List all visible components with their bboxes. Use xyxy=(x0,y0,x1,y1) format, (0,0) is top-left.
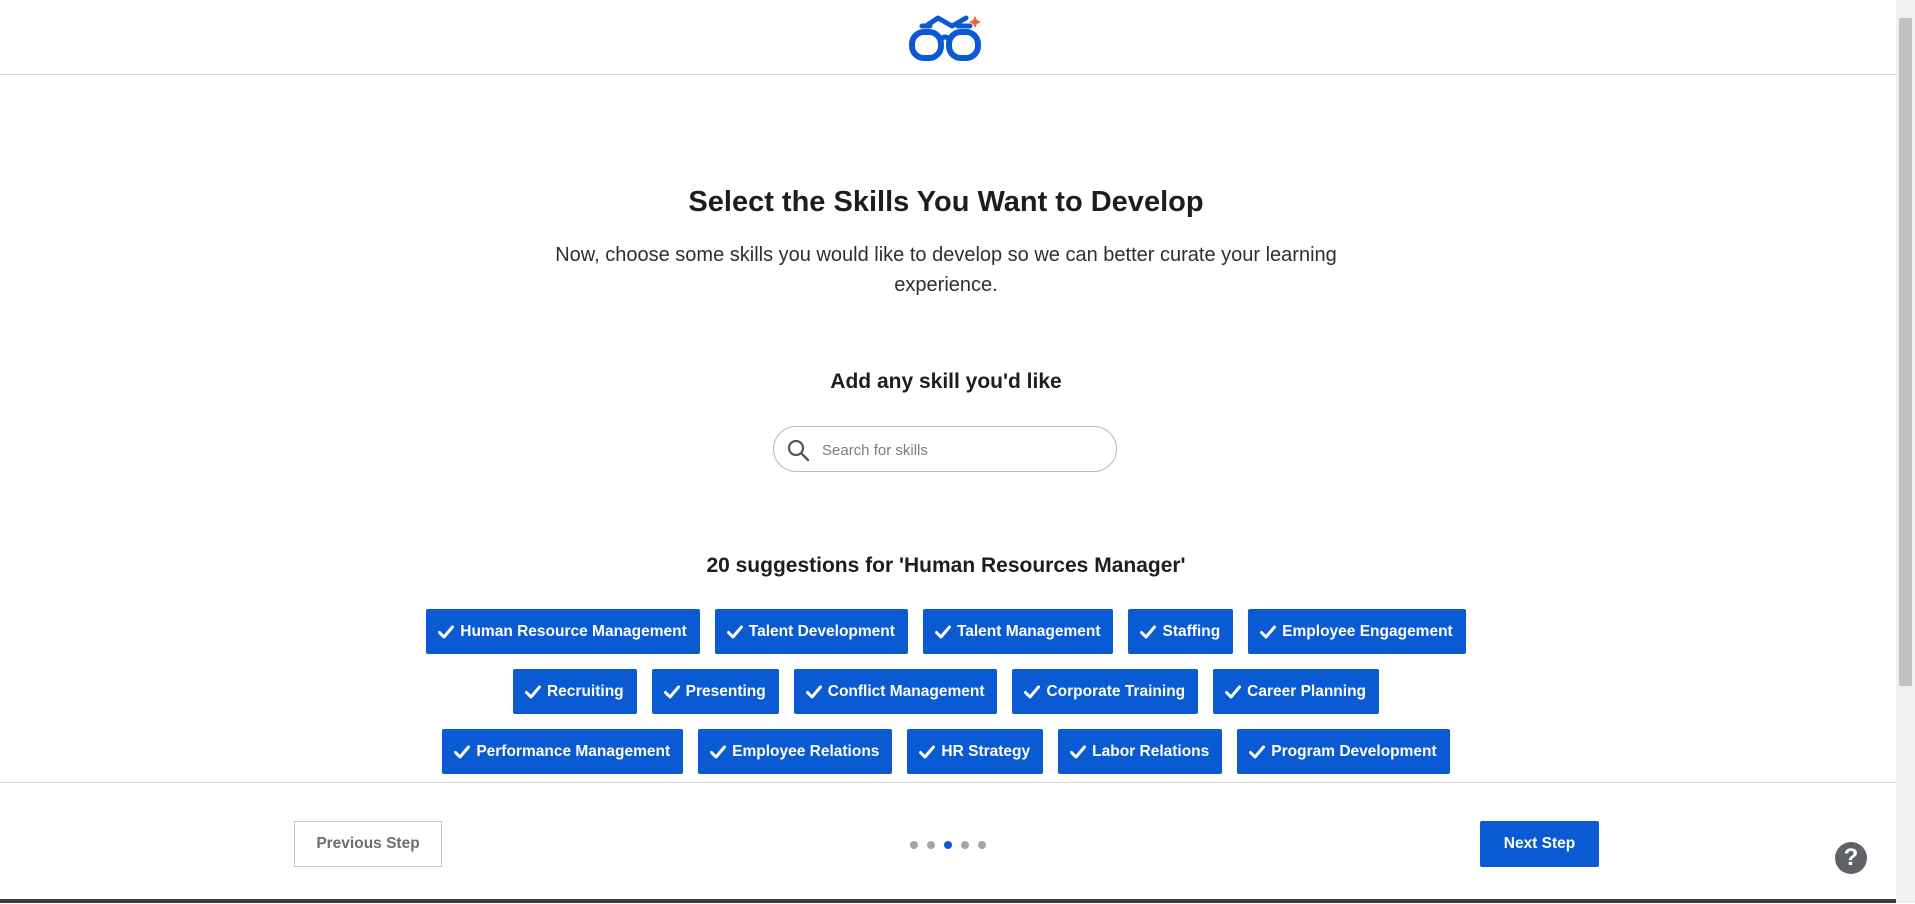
skill-chip-label: Staffing xyxy=(1162,622,1221,640)
skill-chip[interactable]: Performance Management xyxy=(442,729,684,774)
step-indicator xyxy=(910,841,986,849)
skill-chip-label: Program Development xyxy=(1271,742,1437,760)
checkmark-icon xyxy=(454,745,471,758)
skill-chip-label: Employee Relations xyxy=(732,742,880,760)
glasses-logo-icon[interactable] xyxy=(908,12,982,64)
page-scrollbar[interactable] xyxy=(1896,0,1915,903)
page-subtitle: Now, choose some skills you would like t… xyxy=(555,244,1337,296)
checkmark-icon xyxy=(1260,625,1277,638)
previous-step-button[interactable]: Previous Step xyxy=(294,821,442,867)
top-bar xyxy=(0,0,1896,75)
checkmark-icon xyxy=(1024,685,1041,698)
suggestion-row-2: Recruiting Presenting Conflict Managemen… xyxy=(0,669,1892,714)
skill-chip-label: Presenting xyxy=(685,682,766,700)
step-dot-current xyxy=(944,841,952,849)
skill-chip[interactable]: Presenting xyxy=(651,669,779,714)
next-step-button[interactable]: Next Step xyxy=(1480,821,1599,867)
skill-chip[interactable]: Talent Management xyxy=(922,609,1114,654)
skill-chip-label: Recruiting xyxy=(546,682,624,700)
step-dot xyxy=(961,841,969,849)
skill-chip[interactable]: Corporate Training xyxy=(1012,669,1199,714)
search-icon xyxy=(787,439,810,462)
window-bottom-edge xyxy=(0,899,1896,903)
skill-chip-label: Performance Management xyxy=(476,742,671,760)
skill-chip[interactable]: Talent Development xyxy=(714,609,908,654)
skill-chip[interactable]: HR Strategy xyxy=(907,729,1044,774)
skill-chip[interactable]: Conflict Management xyxy=(793,669,998,714)
skill-chip[interactable]: Employee Engagement xyxy=(1248,609,1466,654)
checkmark-icon xyxy=(919,745,936,758)
skill-chip[interactable]: Employee Relations xyxy=(698,729,893,774)
step-dot xyxy=(978,841,986,849)
checkmark-icon xyxy=(1140,625,1157,638)
checkmark-icon xyxy=(1070,745,1087,758)
skill-chip[interactable]: Program Development xyxy=(1237,729,1450,774)
checkmark-icon xyxy=(663,685,680,698)
skill-chip[interactable]: Human Resource Management xyxy=(426,609,700,654)
checkmark-icon xyxy=(1249,745,1266,758)
checkmark-icon xyxy=(934,625,951,638)
checkmark-icon xyxy=(805,685,822,698)
page-title: Select the Skills You Want to Develop xyxy=(688,186,1204,218)
checkmark-icon xyxy=(438,625,455,638)
skill-chip-label: Corporate Training xyxy=(1046,682,1186,700)
scrollbar-thumb[interactable] xyxy=(1899,18,1912,686)
skill-chip-label: Labor Relations xyxy=(1092,742,1210,760)
skill-chip-label: Talent Management xyxy=(956,622,1101,640)
skill-chip-label: Career Planning xyxy=(1247,682,1367,700)
step-dot xyxy=(927,841,935,849)
skill-chip-label: Employee Engagement xyxy=(1282,622,1453,640)
skill-chip[interactable]: Career Planning xyxy=(1213,669,1380,714)
checkmark-icon xyxy=(524,685,541,698)
suggestion-row-1: Human Resource Management Talent Develop… xyxy=(0,609,1892,654)
skill-chip[interactable]: Staffing xyxy=(1128,609,1234,654)
checkmark-icon xyxy=(1225,685,1242,698)
checkmark-icon xyxy=(726,625,743,638)
skill-chip[interactable]: Recruiting xyxy=(512,669,637,714)
skill-chip-label: HR Strategy xyxy=(941,742,1031,760)
skill-chip-label: Talent Development xyxy=(748,622,895,640)
help-icon[interactable]: ? xyxy=(1835,842,1867,874)
add-skill-label: Add any skill you'd like xyxy=(830,370,1062,393)
search-box[interactable] xyxy=(773,426,1117,473)
suggestion-row-3: Performance Management Employee Relation… xyxy=(0,729,1892,774)
skill-chip[interactable]: Labor Relations xyxy=(1058,729,1223,774)
checkmark-icon xyxy=(710,745,727,758)
skill-chip-label: Human Resource Management xyxy=(460,622,687,640)
step-dot xyxy=(910,841,918,849)
search-input[interactable] xyxy=(820,427,1104,473)
suggestions-title: 20 suggestions for 'Human Resources Mana… xyxy=(706,554,1186,577)
skill-chip-label: Conflict Management xyxy=(827,682,985,700)
wizard-footer: Previous Step Next Step ? xyxy=(0,782,1896,904)
